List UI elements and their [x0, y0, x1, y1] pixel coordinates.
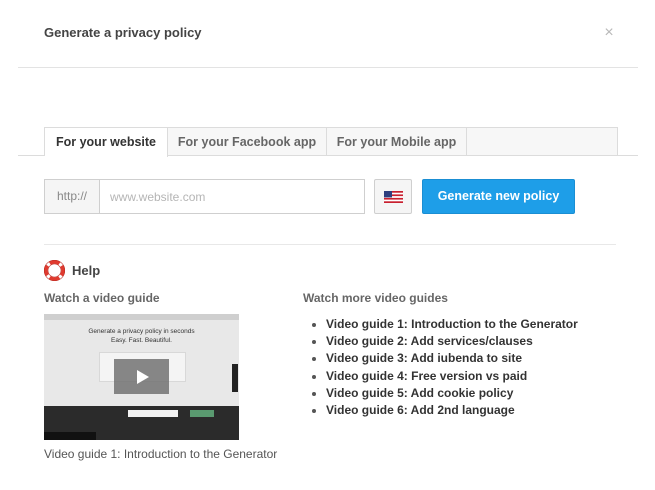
list-item: Video guide 4: Free version vs paid — [303, 368, 578, 385]
tab-website[interactable]: For your website — [45, 128, 168, 157]
list-item: Video guide 2: Add services/clauses — [303, 333, 578, 350]
website-url-group: http:// — [44, 179, 365, 214]
video-guide-link[interactable]: Video guide 3: Add iubenda to site — [326, 351, 522, 365]
play-button[interactable] — [114, 359, 169, 394]
close-icon[interactable]: × — [600, 23, 618, 43]
header-divider — [18, 67, 638, 68]
us-flag-icon — [383, 190, 403, 203]
thumbnail-subline: Easy. Fast. Beautiful. — [111, 337, 172, 344]
list-item: Video guide 3: Add iubenda to site — [303, 350, 578, 367]
video-guide-link[interactable]: Video guide 5: Add cookie policy — [326, 386, 513, 400]
video-guide-link[interactable]: Video guide 2: Add services/clauses — [326, 334, 533, 348]
tab-facebook-app[interactable]: For your Facebook app — [168, 128, 327, 156]
video-guide-link[interactable]: Video guide 4: Free version vs paid — [326, 369, 527, 383]
generate-policy-button[interactable]: Generate new policy — [422, 179, 575, 214]
video-guide-link[interactable]: Video guide 6: Add 2nd language — [326, 403, 515, 417]
more-guides-heading: Watch more video guides — [303, 291, 448, 305]
section-divider — [44, 244, 616, 245]
language-select-button[interactable] — [374, 179, 412, 214]
video-guide-link[interactable]: Video guide 1: Introduction to the Gener… — [326, 317, 578, 331]
tab-mobile-app[interactable]: For your Mobile app — [327, 128, 467, 156]
list-item: Video guide 5: Add cookie policy — [303, 385, 578, 402]
policy-type-tabs: For your website For your Facebook app F… — [44, 127, 618, 157]
list-item: Video guide 6: Add 2nd language — [303, 402, 578, 419]
video-guide-list: Video guide 1: Introduction to the Gener… — [303, 316, 578, 419]
list-item: Video guide 1: Introduction to the Gener… — [303, 316, 578, 333]
play-icon — [137, 369, 149, 384]
help-title: Help — [72, 263, 101, 278]
video-caption: Video guide 1: Introduction to the Gener… — [44, 447, 278, 461]
video-thumbnail[interactable]: Generate a privacy policy in seconds Eas… — [44, 314, 239, 440]
website-url-input[interactable] — [100, 180, 364, 213]
video-guide-heading: Watch a video guide — [44, 291, 160, 305]
url-prefix: http:// — [45, 180, 100, 213]
modal-title: Generate a privacy policy — [44, 25, 202, 40]
lifebuoy-icon — [44, 260, 65, 281]
thumbnail-headline: Generate a privacy policy in seconds — [88, 328, 195, 335]
